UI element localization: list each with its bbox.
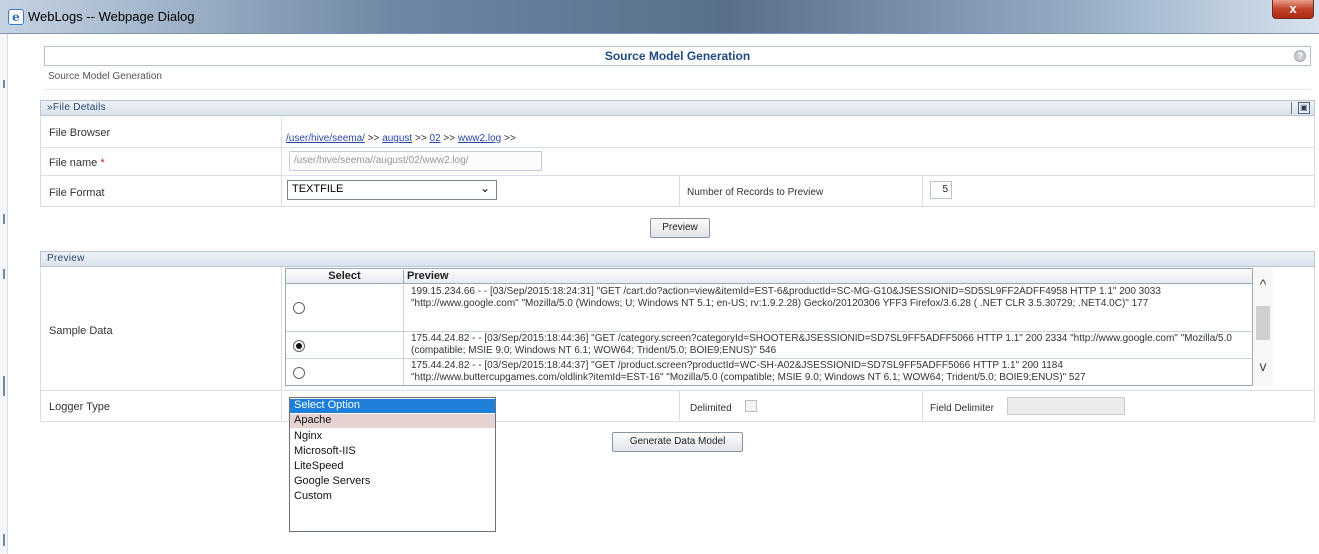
field-delimiter-label: Field Delimiter bbox=[930, 403, 994, 414]
file-format-label: File Format bbox=[49, 187, 105, 199]
frame-mark bbox=[3, 376, 5, 396]
field-delimiter-input[interactable] bbox=[1007, 397, 1125, 415]
logger-option-custom[interactable]: Custom bbox=[290, 490, 495, 504]
generate-data-model-button[interactable]: Generate Data Model bbox=[612, 432, 743, 452]
save-icon[interactable]: ▣ bbox=[1298, 102, 1310, 114]
file-browser-label: File Browser bbox=[49, 127, 111, 139]
preview-scrollbar[interactable]: ^ v bbox=[1253, 268, 1273, 386]
file-name-field[interactable]: /user/hive/seema//august/02/www2.log/ bbox=[289, 151, 542, 171]
row-radio-1[interactable] bbox=[293, 302, 305, 314]
frame-mark bbox=[3, 269, 5, 279]
file-name-label: File name * bbox=[49, 157, 105, 169]
logger-option-litespeed[interactable]: LiteSpeed bbox=[290, 460, 495, 474]
file-details-section-header[interactable]: »File Details ▣ bbox=[40, 100, 1315, 116]
table-header: Select Preview bbox=[286, 269, 1252, 284]
file-format-select[interactable]: TEXTFILE ⌄ bbox=[287, 180, 497, 200]
path-separator: >> bbox=[367, 133, 380, 144]
select-cell bbox=[286, 285, 404, 331]
logger-option-select[interactable]: Select Option bbox=[290, 399, 495, 413]
logger-type-row: Logger Type Delimited Field Delimiter bbox=[40, 391, 1315, 422]
table-row: 175.44.24.82 - - [03/Sep/2015:18:44:37] … bbox=[286, 359, 1252, 385]
table-row: 175.44.24.82 - - [03/Sep/2015:18:44:36] … bbox=[286, 332, 1252, 359]
path-separator: >> bbox=[415, 133, 427, 144]
frame-mark bbox=[3, 80, 5, 88]
window-title: WebLogs -- Webpage Dialog bbox=[28, 9, 195, 24]
preview-text: 199.15.234.66 - - [03/Sep/2015:18:24:31]… bbox=[411, 286, 1161, 309]
sample-data-label: Sample Data bbox=[49, 325, 113, 337]
select-cell bbox=[286, 332, 404, 358]
file-name-label-text: File name bbox=[49, 157, 98, 169]
path-separator: >> bbox=[503, 133, 516, 144]
path-separator: >> bbox=[443, 133, 456, 144]
path-link-02[interactable]: 02 bbox=[429, 133, 440, 144]
window-titlebar: e WebLogs -- Webpage Dialog x bbox=[0, 0, 1319, 34]
scroll-up-icon[interactable]: ^ bbox=[1253, 276, 1273, 292]
close-button[interactable]: x bbox=[1272, 0, 1314, 19]
table-row: 199.15.234.66 - - [03/Sep/2015:18:24:31]… bbox=[286, 285, 1252, 332]
chevron-down-icon: ⌄ bbox=[479, 181, 490, 195]
preview-text: 175.44.24.82 - - [03/Sep/2015:18:44:37] … bbox=[411, 360, 1086, 383]
row-radio-2[interactable] bbox=[293, 340, 305, 352]
file-format-value: TEXTFILE bbox=[292, 183, 344, 195]
records-input[interactable]: 5 bbox=[930, 181, 952, 199]
ie-icon: e bbox=[8, 9, 24, 25]
preview-button[interactable]: Preview bbox=[650, 218, 710, 238]
scroll-down-icon[interactable]: v bbox=[1253, 358, 1273, 374]
logger-option-google-servers[interactable]: Google Servers bbox=[290, 475, 495, 489]
column-header-preview: Preview bbox=[407, 270, 449, 282]
preview-text: 175.44.24.82 - - [03/Sep/2015:18:44:36] … bbox=[411, 333, 1232, 356]
path-link-file[interactable]: www2.log bbox=[458, 133, 501, 144]
logger-type-dropdown[interactable]: Select Option Apache Nginx Microsoft-IIS… bbox=[289, 397, 496, 532]
path-breadcrumb: /user/hive/seema/ >> august >> 02 >> www… bbox=[286, 133, 516, 144]
section-title: »File Details bbox=[47, 102, 106, 113]
breadcrumb: Source Model Generation bbox=[48, 71, 162, 82]
frame-mark bbox=[3, 534, 5, 546]
required-marker: * bbox=[100, 157, 105, 169]
delimited-checkbox[interactable] bbox=[745, 400, 757, 412]
delimited-label: Delimited bbox=[690, 403, 732, 414]
section-title: Preview bbox=[47, 253, 85, 264]
logger-option-nginx[interactable]: Nginx bbox=[290, 430, 495, 444]
logger-option-microsoft-iis[interactable]: Microsoft-IIS bbox=[290, 445, 495, 459]
file-name-row: File name * /user/hive/seema//august/02/… bbox=[40, 148, 1315, 176]
window-frame-left bbox=[0, 34, 8, 554]
preview-section-header: Preview bbox=[40, 251, 1315, 267]
file-browser-row: File Browser /user/hive/seema/ >> august… bbox=[40, 117, 1315, 148]
preview-table: Select Preview 199.15.234.66 - - [03/Sep… bbox=[285, 268, 1253, 386]
frame-mark bbox=[3, 214, 5, 224]
scrollbar-thumb[interactable] bbox=[1256, 306, 1270, 340]
path-link-august[interactable]: august bbox=[382, 133, 412, 144]
logger-type-label: Logger Type bbox=[49, 401, 110, 413]
path-link-root[interactable]: /user/hive/seema/ bbox=[286, 133, 365, 144]
help-icon[interactable]: ? bbox=[1294, 50, 1306, 62]
file-format-row: File Format TEXTFILE ⌄ Number of Records… bbox=[40, 176, 1315, 207]
row-radio-3[interactable] bbox=[293, 367, 305, 379]
logger-option-apache[interactable]: Apache bbox=[290, 414, 495, 428]
select-cell bbox=[286, 359, 404, 385]
page-title-bar: Source Model Generation ? bbox=[44, 46, 1311, 66]
page-title: Source Model Generation bbox=[604, 49, 751, 63]
divider bbox=[44, 89, 1311, 90]
column-header-select: Select bbox=[286, 270, 404, 284]
divider bbox=[1291, 102, 1292, 114]
records-label: Number of Records to Preview bbox=[687, 187, 824, 198]
